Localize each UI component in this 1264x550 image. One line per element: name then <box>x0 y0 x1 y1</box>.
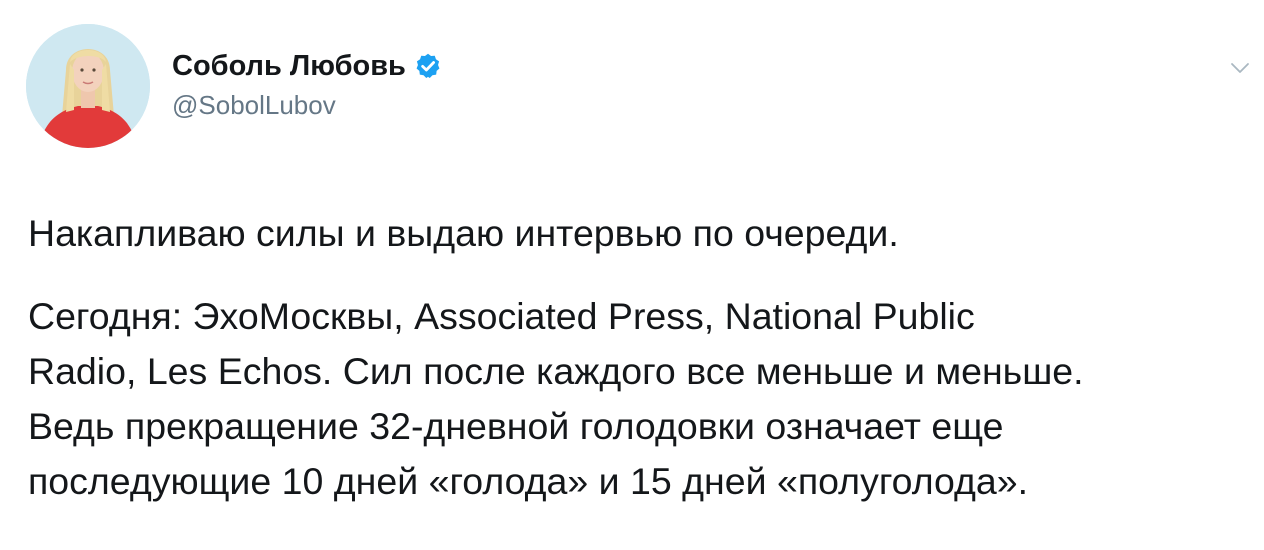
avatar-image <box>26 24 150 148</box>
avatar[interactable] <box>26 24 150 148</box>
author-handle[interactable]: @SobolLubov <box>172 90 336 121</box>
tweet-text-line: Сегодня: ЭхоМосквы, Associated Press, Na… <box>28 295 975 337</box>
chevron-down-icon[interactable] <box>1228 58 1252 78</box>
tweet-text-paragraph: Сегодня: ЭхоМосквы, Associated Press, Na… <box>28 289 1258 509</box>
author-name-row: Соболь Любовь <box>172 46 442 86</box>
tweet-text-line: Radio, Les Echos. Сил после каждого все … <box>28 350 1084 392</box>
author-name[interactable]: Соболь Любовь <box>172 50 406 83</box>
tweet-text-paragraph: Накапливаю силы и выдаю интервью по очер… <box>28 212 899 254</box>
tweet-card: Соболь Любовь @SobolLubov Накапливаю сил… <box>0 0 1264 550</box>
tweet-text-line: Ведь прекращение 32-дневной голодовки оз… <box>28 405 1004 447</box>
verified-badge-icon <box>414 52 442 80</box>
tweet-text-line: последующие 10 дней «голода» и 15 дней «… <box>28 460 1029 502</box>
